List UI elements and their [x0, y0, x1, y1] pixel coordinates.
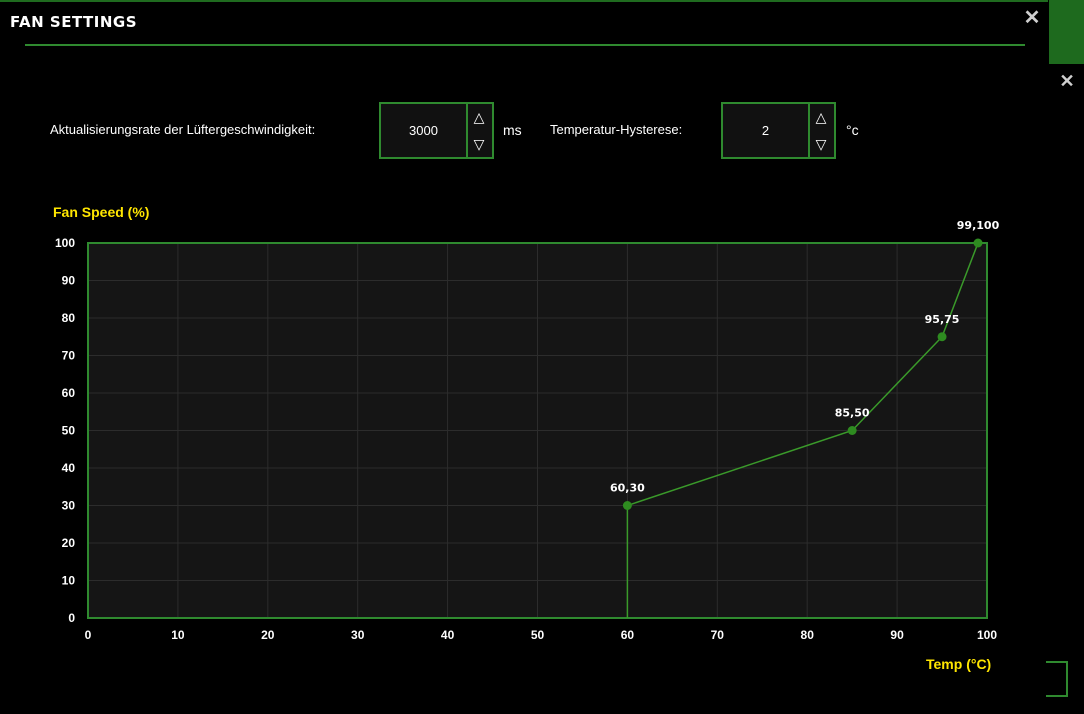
- x-tick-label: 40: [441, 628, 455, 642]
- curve-point[interactable]: [937, 332, 947, 342]
- y-tick-label: 0: [68, 611, 75, 625]
- x-tick-label: 10: [171, 628, 185, 642]
- x-tick-label: 100: [977, 628, 997, 642]
- x-tick-label: 30: [351, 628, 365, 642]
- curve-point-label: 85,50: [835, 407, 870, 420]
- y-tick-label: 80: [62, 311, 76, 325]
- y-tick-label: 40: [62, 461, 76, 475]
- curve-point-label: 95,75: [925, 313, 960, 326]
- x-tick-label: 60: [621, 628, 635, 642]
- x-tick-label: 50: [531, 628, 545, 642]
- y-tick-label: 90: [62, 274, 76, 288]
- y-tick-label: 100: [55, 236, 75, 250]
- y-tick-label: 30: [62, 499, 76, 513]
- curve-point[interactable]: [847, 426, 857, 435]
- fan-curve-chart[interactable]: 0 10 20 30 40 50 60 70 80 90 100 0 10 20 30 40 50 60 70 80 9…: [0, 0, 1084, 714]
- curve-point-label: 99,100: [957, 219, 1000, 232]
- y-tick-label: 70: [62, 349, 76, 363]
- y-tick-label: 20: [62, 536, 76, 550]
- y-tick-label: 60: [62, 386, 76, 400]
- x-tick-label: 0: [85, 628, 92, 642]
- curve-point[interactable]: [973, 238, 983, 248]
- curve-point-label: 60,30: [610, 482, 645, 495]
- x-tick-label: 70: [711, 628, 725, 642]
- curve-point[interactable]: [622, 501, 632, 510]
- y-tick-label: 10: [62, 574, 76, 588]
- y-tick-label: 50: [62, 424, 76, 438]
- x-tick-label: 20: [261, 628, 275, 642]
- x-tick-label: 80: [801, 628, 815, 642]
- x-tick-label: 90: [890, 628, 904, 642]
